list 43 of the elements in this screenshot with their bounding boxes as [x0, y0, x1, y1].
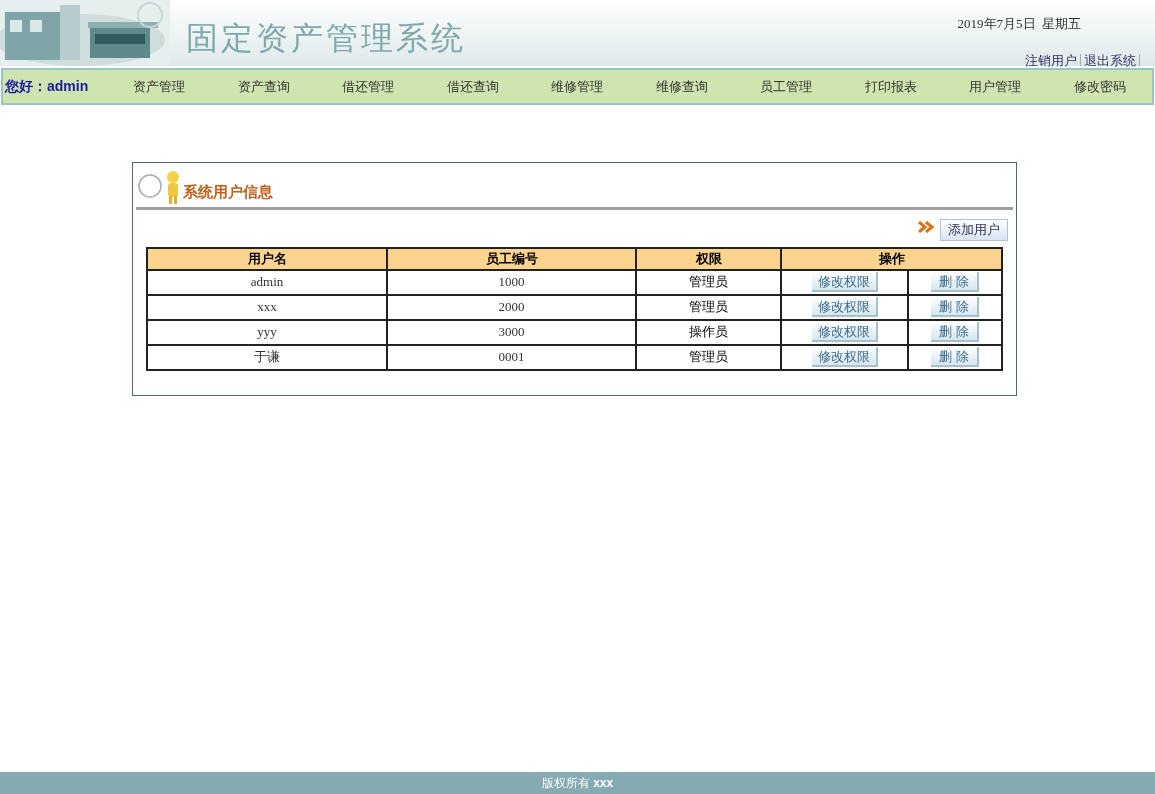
column-header: 操作: [781, 248, 1002, 270]
system-title: 固定资产管理系统: [186, 19, 466, 58]
nav-link[interactable]: 维修管理: [525, 76, 630, 97]
nav-link[interactable]: 借还管理: [316, 76, 421, 97]
edit-permission-button[interactable]: 修改权限: [811, 347, 878, 367]
table-cell: admin: [147, 269, 387, 295]
table-cell: 管理员: [636, 294, 781, 320]
edit-permission-button[interactable]: 修改权限: [811, 297, 878, 317]
nav-link[interactable]: 打印报表: [838, 76, 943, 97]
nav-link[interactable]: 修改密码: [1047, 76, 1152, 97]
edit-permission-button[interactable]: 修改权限: [811, 322, 878, 342]
nav-link[interactable]: 资产管理: [107, 76, 212, 97]
edit-permission-button[interactable]: 修改权限: [811, 272, 878, 292]
nav-link[interactable]: 维修查询: [629, 76, 734, 97]
copyright-text: 版权所有 xxx: [541, 775, 614, 792]
nav-link[interactable]: 借还查询: [420, 76, 525, 97]
table-cell: yyy: [147, 319, 387, 345]
column-header: 用户名: [147, 248, 387, 270]
nav-link[interactable]: 员工管理: [734, 76, 839, 97]
table-cell: 0001: [387, 344, 636, 370]
table-cell: xxx: [147, 294, 387, 320]
delete-button[interactable]: 删 除: [931, 347, 980, 367]
greeting-text: 您好：admin: [3, 77, 90, 96]
date-text: 2019年7月5日 星期五: [957, 15, 1081, 33]
table-cell: 操作员: [636, 319, 781, 345]
nav-link[interactable]: 资产查询: [211, 76, 316, 97]
table-cell: 于谦: [147, 344, 387, 370]
table-cell: 管理员: [636, 344, 781, 370]
column-header: 权限: [636, 248, 781, 270]
header-link[interactable]: 退出系统: [1084, 50, 1136, 70]
table-cell: 3000: [387, 319, 636, 345]
header-link[interactable]: 注销用户: [1025, 50, 1077, 70]
panel-title: 系统用户信息: [183, 181, 273, 202]
column-header: 员工编号: [387, 248, 636, 270]
table-cell: 管理员: [636, 269, 781, 295]
delete-button[interactable]: 删 除: [931, 322, 980, 342]
table-cell: 1000: [387, 269, 636, 295]
add-user-button[interactable]: 添加用户: [940, 219, 1008, 241]
delete-button[interactable]: 删 除: [931, 272, 980, 292]
delete-button[interactable]: 删 除: [931, 297, 980, 317]
double-chevron-icon: [918, 221, 936, 233]
table-cell: 2000: [387, 294, 636, 320]
nav-link[interactable]: 用户管理: [943, 76, 1048, 97]
